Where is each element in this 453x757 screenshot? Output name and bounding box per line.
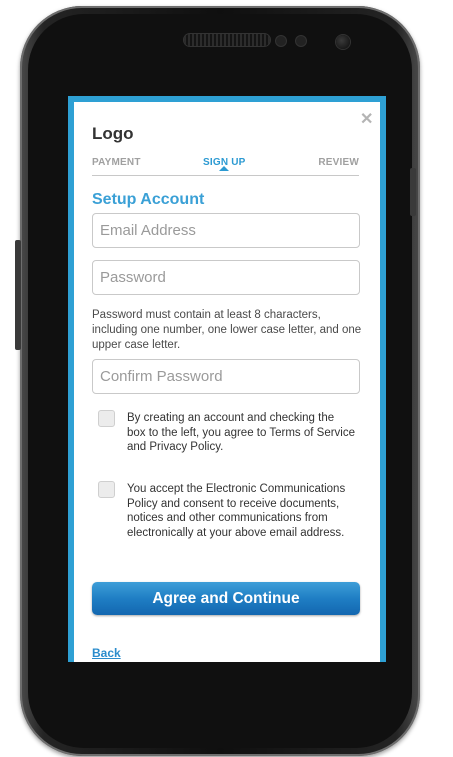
- sensor-dot: [276, 36, 286, 46]
- terms-checkbox[interactable]: [98, 410, 115, 427]
- terms-suffix: .: [220, 441, 224, 453]
- front-camera: [336, 35, 350, 49]
- earpiece-speaker: [184, 34, 270, 46]
- step-review: REVIEW: [318, 157, 359, 168]
- back-link[interactable]: Back: [92, 646, 121, 660]
- signup-modal: ✕ Logo PAYMENT SIGN UP REVIEW Setup Acco…: [74, 102, 380, 662]
- password-field[interactable]: [92, 260, 360, 295]
- close-icon[interactable]: ✕: [360, 109, 373, 129]
- sensor-dot: [296, 36, 306, 46]
- step-payment: PAYMENT: [92, 157, 141, 168]
- terms-text: By creating an account and checking the …: [127, 411, 355, 455]
- terms-of-service-link[interactable]: Terms of Service: [269, 427, 355, 439]
- power-button: [410, 168, 416, 216]
- email-field[interactable]: [92, 213, 360, 248]
- password-hint: Password must contain at least 8 charact…: [92, 309, 362, 351]
- terms-and: and: [127, 441, 150, 453]
- econsent-checkbox[interactable]: [98, 481, 115, 498]
- active-step-caret-icon: [219, 166, 229, 171]
- section-heading: Setup Account: [92, 191, 205, 208]
- volume-button: [15, 240, 21, 350]
- phone-screen: ✕ Logo PAYMENT SIGN UP REVIEW Setup Acco…: [68, 96, 386, 662]
- confirm-password-field[interactable]: [92, 359, 360, 394]
- agree-and-continue-button[interactable]: Agree and Continue: [92, 582, 360, 615]
- privacy-policy-link[interactable]: Privacy Policy: [149, 441, 220, 453]
- logo: Logo: [92, 124, 134, 143]
- econsent-text: You accept the Electronic Communications…: [127, 483, 346, 539]
